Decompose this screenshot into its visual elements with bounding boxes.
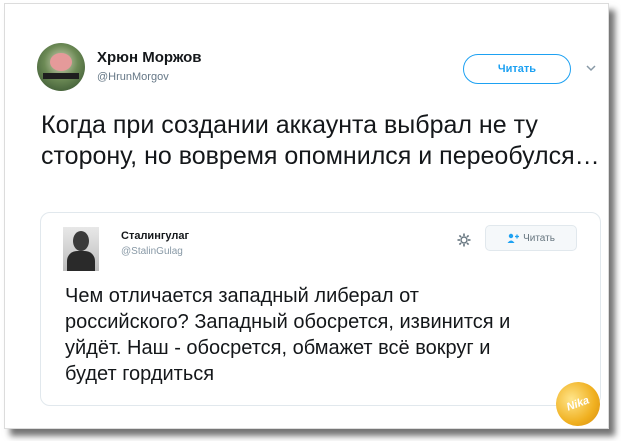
tweet-text: Когда при создании аккаунта выбрал не ту… xyxy=(41,111,600,170)
tweet-card: Хрюн Моржов @HrunMorgov Читать Когда при… xyxy=(4,3,609,429)
avatar-pig-icon xyxy=(50,53,72,71)
quoted-follow-label: Читать xyxy=(523,232,555,244)
quoted-author-handle[interactable]: @StalinGulag xyxy=(121,246,183,257)
quoted-tweet[interactable]: Сталингулаг @StalinGulag Читать Чем отли… xyxy=(40,212,601,406)
follow-button[interactable]: Читать xyxy=(463,54,571,84)
quoted-avatar[interactable] xyxy=(63,227,99,271)
author-name[interactable]: Хрюн Моржов xyxy=(97,49,201,66)
avatar[interactable] xyxy=(37,43,85,91)
quoted-avatar-head xyxy=(73,231,89,251)
gear-icon[interactable] xyxy=(457,233,471,247)
quoted-avatar-coat xyxy=(67,251,95,271)
author-handle[interactable]: @HrunMorgov xyxy=(97,71,169,83)
avatar-band xyxy=(43,73,79,79)
quoted-tweet-text: Чем отличается западный либерал от росси… xyxy=(65,285,511,385)
quoted-follow-button[interactable]: Читать xyxy=(485,225,577,251)
add-user-icon xyxy=(507,233,520,243)
chevron-down-icon[interactable] xyxy=(585,62,597,74)
quoted-author-name[interactable]: Сталингулаг xyxy=(121,230,189,242)
